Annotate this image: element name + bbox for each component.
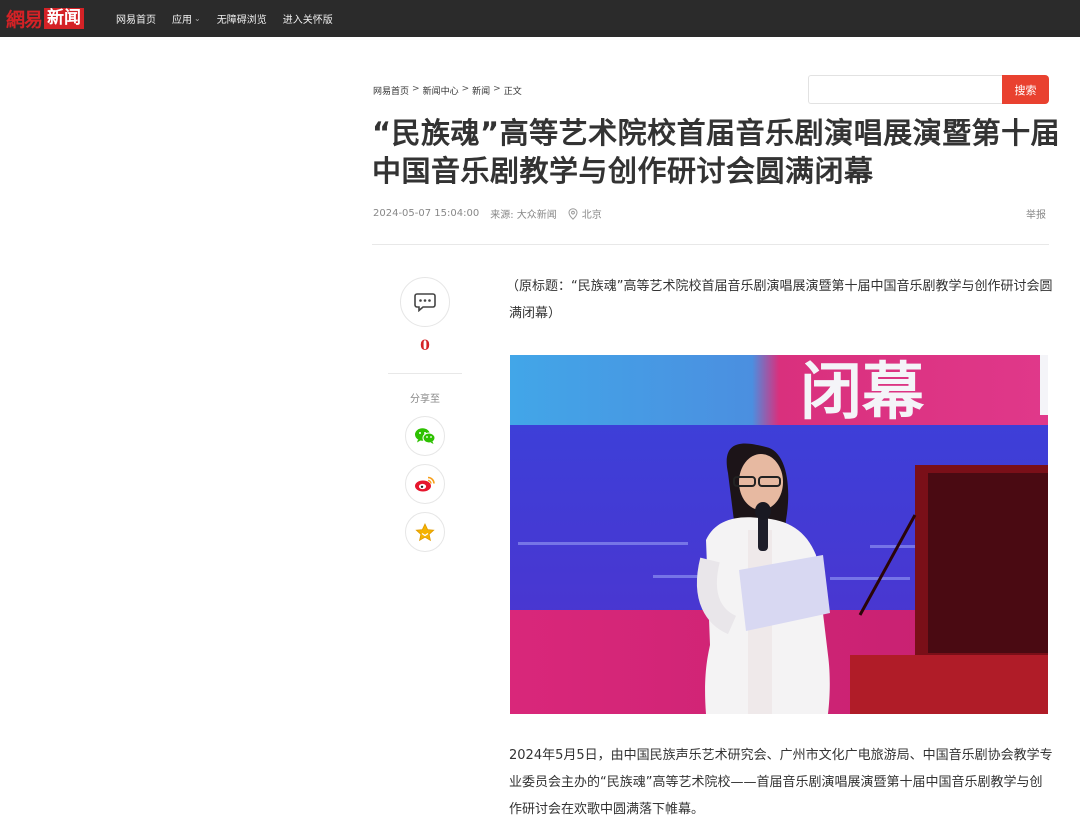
nav-accessibility-link[interactable]: 无障碍浏览 xyxy=(217,11,267,26)
share-weibo-button[interactable] xyxy=(405,464,445,504)
photo-sign-text: 闭幕 xyxy=(800,355,925,428)
location-text: 北京 xyxy=(581,210,602,221)
article-title: “民族魂”高等艺术院校首届音乐剧演唱展演暨第十届中国音乐剧教学与创作研讨会圆满闭… xyxy=(372,116,1061,188)
netease-news-logo[interactable]: 網易 新闻 xyxy=(6,7,85,31)
article-meta: 2024-05-07 15:04:00 来源: 大众新闻 北京 xyxy=(373,206,613,221)
nav-apps-label: 应用 xyxy=(172,15,192,26)
location-pin-icon xyxy=(568,207,578,220)
favorite-star-icon xyxy=(415,522,435,541)
article-paragraph: 2024年5月5日，由中国民族声乐艺术研究会、广州市文化广电旅游局、中国音乐剧协… xyxy=(509,748,1053,817)
breadcrumb-separator: > xyxy=(412,84,420,94)
logo-wangyi-text: 網易 xyxy=(6,9,43,31)
article-photo[interactable]: 闭幕 xyxy=(510,355,1048,714)
breadcrumb: 网易首页 > 新闻中心 > 新闻 > 正文 xyxy=(373,84,522,97)
wechat-icon xyxy=(415,428,436,444)
share-favorite-button[interactable] xyxy=(405,512,445,552)
breadcrumb-item-news-center[interactable]: 新闻中心 xyxy=(423,84,459,97)
top-nav-links: 网易首页 应用 ⌄ 无障碍浏览 进入关怀版 xyxy=(116,0,349,37)
share-wechat-button[interactable] xyxy=(405,416,445,456)
search-button[interactable]: 搜索 xyxy=(1002,75,1049,104)
search-input[interactable] xyxy=(808,75,1002,104)
nav-care-mode-link[interactable]: 进入关怀版 xyxy=(283,11,333,26)
nav-home-link[interactable]: 网易首页 xyxy=(116,11,156,26)
article-location: 北京 xyxy=(568,206,602,221)
report-link[interactable]: 举报 xyxy=(1026,206,1046,221)
breadcrumb-item-home[interactable]: 网易首页 xyxy=(373,84,409,97)
publish-datetime: 2024-05-07 15:04:00 xyxy=(373,208,480,219)
stage-photo-illustration: 闭幕 xyxy=(510,355,1048,714)
breadcrumb-item-article: 正文 xyxy=(503,87,522,97)
header-divider xyxy=(372,244,1049,245)
nav-apps-menu[interactable]: 应用 ⌄ xyxy=(172,11,201,26)
share-label: 分享至 xyxy=(410,394,440,405)
breadcrumb-separator: > xyxy=(461,84,470,94)
side-divider xyxy=(388,373,462,374)
logo-news-text: 新闻 xyxy=(44,8,85,29)
comment-icon xyxy=(414,293,436,312)
comment-count[interactable]: 0 xyxy=(405,338,445,354)
comment-button[interactable] xyxy=(400,277,450,327)
chevron-down-icon: ⌄ xyxy=(194,14,201,23)
weibo-icon xyxy=(415,476,435,492)
breadcrumb-separator: > xyxy=(493,84,501,94)
breadcrumb-item-news[interactable]: 新闻 xyxy=(472,84,490,97)
original-title-note: （原标题：“民族魂”高等艺术院校首届音乐剧演唱展演暨第十届中国音乐剧教学与创作研… xyxy=(506,279,1053,321)
top-nav-bar: 網易 新闻 网易首页 应用 ⌄ 无障碍浏览 进入关怀版 xyxy=(0,0,1080,37)
article-source[interactable]: 来源: 大众新闻 xyxy=(490,206,557,221)
